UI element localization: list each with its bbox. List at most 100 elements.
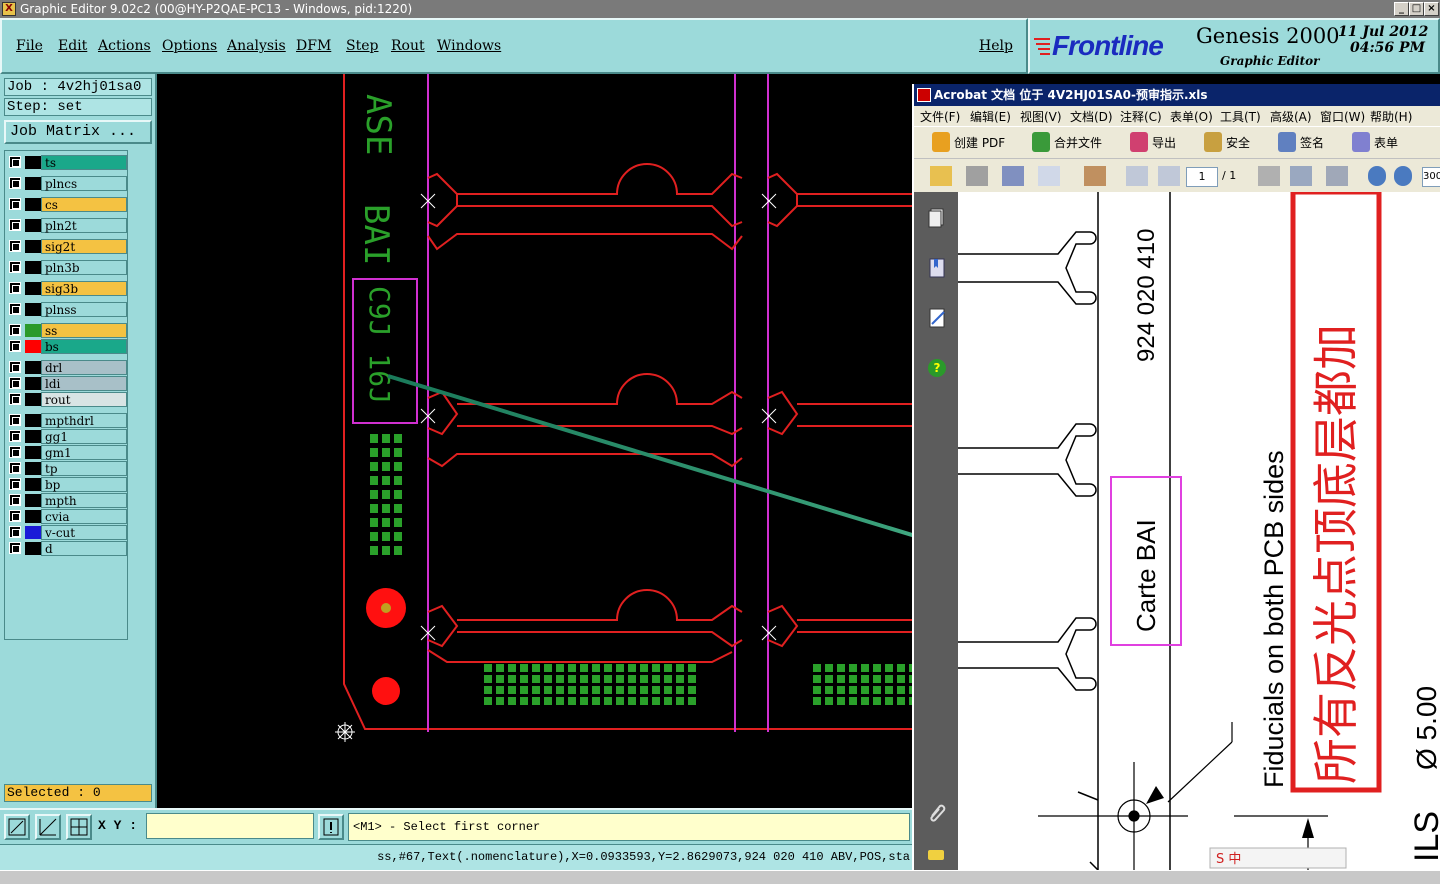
layer-checkbox[interactable] bbox=[9, 462, 21, 474]
acrobat-menu-comment[interactable]: 注释(C) bbox=[1120, 108, 1162, 125]
layer-row-cvia[interactable]: cvia bbox=[7, 509, 127, 524]
acrobat-menu-forms[interactable]: 表单(O) bbox=[1170, 108, 1213, 125]
layer-name[interactable]: pln2t bbox=[41, 218, 127, 233]
layer-color-swatch[interactable] bbox=[25, 494, 41, 507]
print-icon[interactable] bbox=[966, 166, 988, 186]
layer-color-swatch[interactable] bbox=[25, 261, 41, 274]
layer-color-swatch[interactable] bbox=[25, 219, 41, 232]
layer-name[interactable]: bs bbox=[41, 339, 127, 354]
layer-color-swatch[interactable] bbox=[25, 303, 41, 316]
layer-name[interactable]: rout bbox=[41, 392, 127, 407]
layer-name[interactable]: ts bbox=[41, 155, 127, 170]
select-tool-icon[interactable] bbox=[1258, 166, 1280, 186]
layer-row-ts[interactable]: ts bbox=[7, 155, 127, 170]
layer-row-d[interactable]: d bbox=[7, 541, 127, 556]
menu-dfm[interactable]: DFM bbox=[296, 38, 331, 54]
layer-checkbox[interactable] bbox=[9, 177, 21, 189]
snap-button[interactable] bbox=[66, 814, 92, 840]
zoom-box-button[interactable] bbox=[4, 814, 30, 840]
layer-name[interactable]: mpth bbox=[41, 493, 127, 508]
acrobat-menu-tools[interactable]: 工具(T) bbox=[1220, 108, 1261, 125]
layer-color-swatch[interactable] bbox=[25, 177, 41, 190]
security-button[interactable]: 安全 bbox=[1226, 134, 1250, 151]
layer-row-drl[interactable]: drl bbox=[7, 360, 127, 375]
menu-rout[interactable]: Rout bbox=[391, 38, 425, 54]
menu-file[interactable]: File bbox=[16, 38, 43, 54]
layer-name[interactable]: d bbox=[41, 541, 127, 556]
menu-actions[interactable]: Actions bbox=[98, 38, 151, 54]
layer-name[interactable]: v-cut bbox=[41, 525, 127, 540]
save-icon[interactable] bbox=[1002, 166, 1024, 186]
layer-name[interactable]: bp bbox=[41, 477, 127, 492]
acrobat-menu-window[interactable]: 窗口(W) bbox=[1320, 108, 1365, 125]
layer-row-bp[interactable]: bp bbox=[7, 477, 127, 492]
next-page-icon[interactable] bbox=[1158, 166, 1180, 186]
zoom-out-icon[interactable] bbox=[1368, 166, 1386, 186]
layer-color-swatch[interactable] bbox=[25, 446, 41, 459]
acrobat-menu-edit[interactable]: 编辑(E) bbox=[970, 108, 1011, 125]
maximize-button[interactable]: □ bbox=[1409, 2, 1424, 16]
zoom-in-icon[interactable] bbox=[1394, 166, 1412, 186]
menu-options[interactable]: Options bbox=[162, 38, 217, 54]
layer-row-sig3b[interactable]: sig3b bbox=[7, 281, 127, 296]
zoom-tool-icon[interactable] bbox=[1326, 166, 1348, 186]
layer-checkbox[interactable] bbox=[9, 261, 21, 273]
layer-checkbox[interactable] bbox=[9, 303, 21, 315]
layer-row-tp[interactable]: tp bbox=[7, 461, 127, 476]
layer-name[interactable]: plnss bbox=[41, 302, 127, 317]
tools-icon[interactable] bbox=[1084, 166, 1106, 186]
layer-row-gm1[interactable]: gm1 bbox=[7, 445, 127, 460]
layer-color-swatch[interactable] bbox=[25, 526, 41, 539]
xy-input[interactable] bbox=[146, 813, 314, 839]
layer-checkbox[interactable] bbox=[9, 198, 21, 210]
layer-name[interactable]: sig3b bbox=[41, 281, 127, 296]
layer-name[interactable]: plncs bbox=[41, 176, 127, 191]
menu-step[interactable]: Step bbox=[346, 38, 378, 54]
open-folder-icon[interactable] bbox=[930, 166, 952, 186]
layer-name[interactable]: ldi bbox=[41, 376, 127, 391]
layer-checkbox[interactable] bbox=[9, 494, 21, 506]
layer-checkbox[interactable] bbox=[9, 414, 21, 426]
layer-name[interactable]: mpthdrl bbox=[41, 413, 127, 428]
layer-name[interactable]: ss bbox=[41, 323, 127, 338]
layer-color-swatch[interactable] bbox=[25, 198, 41, 211]
menu-help[interactable]: Help bbox=[979, 38, 1013, 54]
layer-checkbox[interactable] bbox=[9, 542, 21, 554]
export-button[interactable]: 导出 bbox=[1152, 134, 1176, 151]
layer-color-swatch[interactable] bbox=[25, 510, 41, 523]
acrobat-menu-advanced[interactable]: 高级(A) bbox=[1270, 108, 1312, 125]
layer-checkbox[interactable] bbox=[9, 430, 21, 442]
info-button[interactable] bbox=[318, 814, 344, 840]
layer-color-swatch[interactable] bbox=[25, 377, 41, 390]
prev-page-icon[interactable] bbox=[1126, 166, 1148, 186]
layer-row-sig2t[interactable]: sig2t bbox=[7, 239, 127, 254]
attachment-icon[interactable] bbox=[926, 800, 948, 824]
layer-row-cs[interactable]: cs bbox=[7, 197, 127, 212]
layer-checkbox[interactable] bbox=[9, 446, 21, 458]
layer-color-swatch[interactable] bbox=[25, 340, 41, 353]
layer-checkbox[interactable] bbox=[9, 282, 21, 294]
layer-color-swatch[interactable] bbox=[25, 361, 41, 374]
layer-color-swatch[interactable] bbox=[25, 430, 41, 443]
layer-name[interactable]: gm1 bbox=[41, 445, 127, 460]
pages-icon[interactable] bbox=[926, 206, 948, 230]
page-number-input[interactable]: 1 bbox=[1186, 167, 1218, 187]
minimize-button[interactable]: _ bbox=[1394, 2, 1409, 16]
layer-row-pln3b[interactable]: pln3b bbox=[7, 260, 127, 275]
layer-checkbox[interactable] bbox=[9, 219, 21, 231]
acrobat-menu-document[interactable]: 文档(D) bbox=[1070, 108, 1113, 125]
layer-color-swatch[interactable] bbox=[25, 156, 41, 169]
forms-button[interactable]: 表单 bbox=[1374, 134, 1398, 151]
comments-icon[interactable] bbox=[926, 844, 948, 868]
menu-edit[interactable]: Edit bbox=[58, 38, 87, 54]
layer-color-swatch[interactable] bbox=[25, 282, 41, 295]
acrobat-menu-file[interactable]: 文件(F) bbox=[920, 108, 960, 125]
layer-name[interactable]: gg1 bbox=[41, 429, 127, 444]
layer-row-ldi[interactable]: ldi bbox=[7, 376, 127, 391]
layer-name[interactable]: sig2t bbox=[41, 239, 127, 254]
combine-files-button[interactable]: 合并文件 bbox=[1054, 134, 1102, 151]
layer-row-plncs[interactable]: plncs bbox=[7, 176, 127, 191]
close-button[interactable]: × bbox=[1424, 2, 1439, 16]
layer-color-swatch[interactable] bbox=[25, 478, 41, 491]
layer-checkbox[interactable] bbox=[9, 361, 21, 373]
